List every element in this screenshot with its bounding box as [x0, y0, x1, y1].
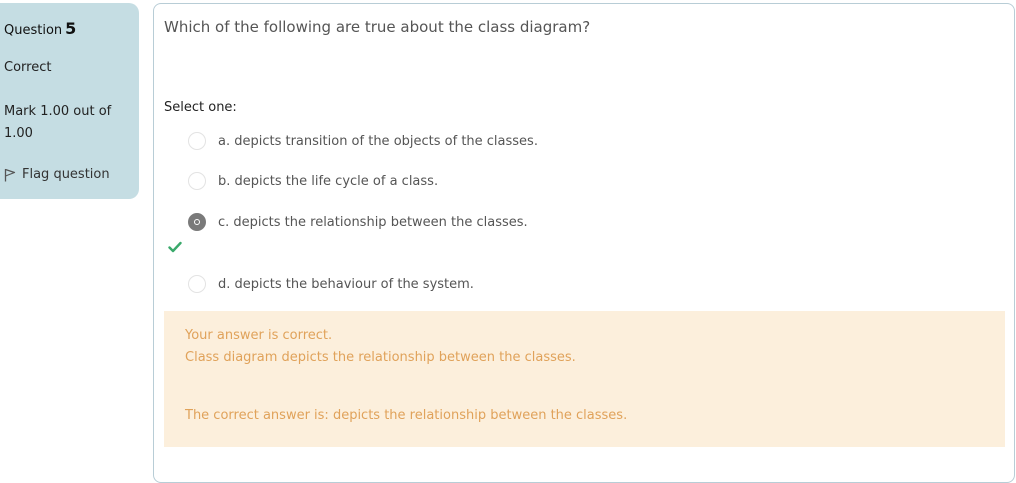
question-text: Which of the following are true about th…: [164, 18, 591, 36]
radio-button-a[interactable]: [188, 132, 206, 150]
question-number: Question 5: [4, 19, 76, 38]
answer-option-b[interactable]: b. depicts the life cycle of a class.: [188, 172, 438, 190]
correct-answer-text: The correct answer is: depicts the relat…: [185, 408, 628, 423]
answer-option-d[interactable]: d. depicts the behaviour of the system.: [188, 275, 474, 293]
radio-button-d[interactable]: [188, 275, 206, 293]
feedback-result: Your answer is correct.: [185, 328, 333, 343]
question-grade: Mark 1.00 out of 1.00: [4, 104, 112, 141]
question-content: Which of the following are true about th…: [153, 3, 1015, 483]
question-word: Question: [4, 23, 63, 38]
question-number-value: 5: [65, 19, 77, 38]
flag-icon: [4, 168, 16, 181]
answer-option-a[interactable]: a. depicts transition of the objects of …: [188, 132, 538, 150]
select-one-prompt: Select one:: [164, 100, 237, 115]
answer-option-c[interactable]: c. depicts the relationship between the …: [188, 213, 528, 231]
radio-button-c[interactable]: [188, 213, 206, 231]
answer-label-d: d. depicts the behaviour of the system.: [218, 276, 474, 292]
correct-check-icon: [168, 241, 182, 253]
answer-label-a: a. depicts transition of the objects of …: [218, 133, 538, 149]
feedback-explanation: Class diagram depicts the relationship b…: [185, 350, 576, 365]
question-info-panel: Question 5 Correct Mark 1.00 out of 1.00 …: [0, 3, 139, 199]
radio-button-b[interactable]: [188, 172, 206, 190]
answer-label-b: b. depicts the life cycle of a class.: [218, 173, 439, 189]
answer-label-c: c. depicts the relationship between the …: [218, 214, 528, 230]
flag-question-link[interactable]: Flag question: [4, 167, 110, 182]
feedback-box: Your answer is correct. Class diagram de…: [164, 311, 1005, 447]
flag-question-label: Flag question: [22, 167, 110, 182]
question-state: Correct: [4, 60, 52, 75]
